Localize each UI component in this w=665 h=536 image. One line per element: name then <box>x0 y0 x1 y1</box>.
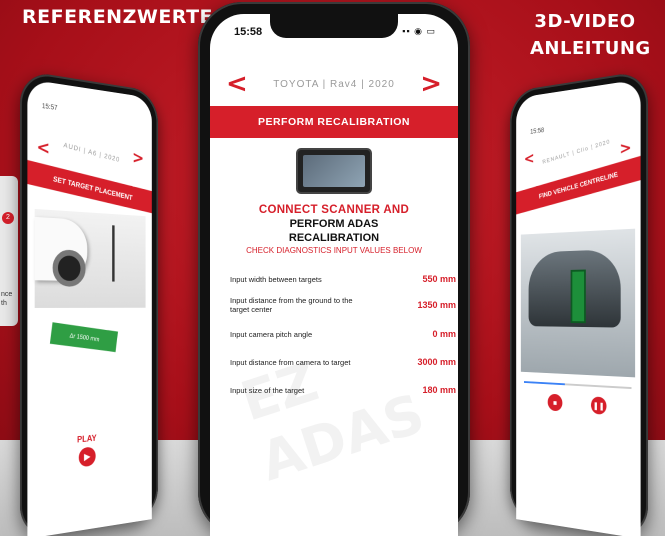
distance-label: Δr 1500 mm <box>49 322 118 353</box>
heading-recalibration: RECALIBRATION <box>288 232 380 244</box>
play-icon: ▶ <box>84 451 91 463</box>
value-label: Input width between targets <box>230 274 322 284</box>
value-number: 0 mm <box>432 329 456 339</box>
next-chevron-icon[interactable]: > <box>619 137 631 157</box>
value-row: Input distance from camera to target 300… <box>230 348 456 376</box>
phone-right: 15:58 < RENAULT | Clio | 2020 > FIND VEH… <box>510 70 648 536</box>
status-icons: ▪▪ ◉ ▭ <box>402 26 436 36</box>
play-button[interactable]: ▶ <box>78 446 96 468</box>
prev-chevron-icon[interactable]: < <box>524 148 535 167</box>
stop-icon: ■ <box>553 398 557 407</box>
phone-right-screen: 15:58 < RENAULT | Clio | 2020 > FIND VEH… <box>516 79 641 536</box>
prev-chevron-icon[interactable]: < <box>226 69 248 99</box>
next-chevron-icon[interactable]: > <box>420 69 442 99</box>
value-label: Input distance from the ground to the ta… <box>230 296 353 314</box>
stop-button[interactable]: ■ <box>547 393 563 412</box>
scanner-screen <box>303 155 365 187</box>
subheading-check-values: CHECK DIAGNOSTICS INPUT VALUES BELOW <box>246 246 422 255</box>
phone-left: 15:57 < AUDI | A6 | 2020 > SET TARGET PL… <box>20 70 158 536</box>
status-time: 15:58 <box>530 127 545 136</box>
vehicle-nav: < TOYOTA | Rav4 | 2020 > <box>210 66 458 102</box>
value-row: Input width between targets 550 mm <box>230 265 456 293</box>
value-row: Input size of the target 180 mm <box>230 376 456 404</box>
value-number: 1350 mm <box>417 300 456 310</box>
side-thumbnail: 2 nce th <box>0 176 18 326</box>
phone-notch <box>270 14 398 38</box>
scanner-tablet-image <box>296 148 372 194</box>
prev-chevron-icon[interactable]: < <box>37 136 51 158</box>
label-reference-values: REFERENZWERTE <box>22 6 214 28</box>
status-time: 15:58 <box>234 26 263 38</box>
target-rig-illustration <box>112 225 137 282</box>
label-3d-video-guide: 3D-VIDEO ANLEITUNG <box>530 11 651 59</box>
heading-connect-scanner: CONNECT SCANNER AND <box>258 204 410 216</box>
target-placement-illustration <box>34 208 146 308</box>
vehicle-front-video[interactable] <box>520 228 636 378</box>
value-label: Input size of the target <box>230 385 305 395</box>
phone-center-screen: 15:58 ▪▪ ◉ ▭ < TOYOTA | Rav4 | 2020 > PE… <box>210 14 458 536</box>
vehicle-title: TOYOTA | Rav4 | 2020 <box>273 78 395 90</box>
value-row: Input distance from the ground to the ta… <box>230 291 456 319</box>
heading-perform-adas: PERFORM ADAS <box>289 218 379 230</box>
side-thumbnail-text: nce th <box>1 291 13 307</box>
wheel-illustration <box>52 249 86 287</box>
value-number: 180 mm <box>422 385 456 395</box>
step-title-bar: PERFORM RECALIBRATION <box>210 106 458 138</box>
value-number: 3000 mm <box>417 357 456 367</box>
centreline-tool-illustration <box>570 269 586 324</box>
vehicle-title: RENAULT | Clio | 2020 <box>542 139 611 166</box>
value-label: Input distance from camera to target <box>230 357 351 367</box>
step-badge: 2 <box>2 212 14 224</box>
value-row: Input camera pitch angle 0 mm <box>230 320 456 348</box>
video-controls: ■ ❚❚ <box>547 393 607 417</box>
value-number: 550 mm <box>422 274 456 284</box>
next-chevron-icon[interactable]: > <box>132 147 144 168</box>
value-label: Input camera pitch angle <box>230 329 313 339</box>
pause-icon: ❚❚ <box>592 400 605 411</box>
phone-left-screen: 15:57 < AUDI | A6 | 2020 > SET TARGET PL… <box>27 79 152 536</box>
video-progress-fill <box>523 381 566 386</box>
phone-center: 15:58 ▪▪ ◉ ▭ < TOYOTA | Rav4 | 2020 > PE… <box>198 2 470 536</box>
vehicle-title: AUDI | A6 | 2020 <box>63 141 121 164</box>
status-time: 15:57 <box>41 103 58 113</box>
pause-button[interactable]: ❚❚ <box>590 396 607 415</box>
video-progress-bar[interactable] <box>523 381 632 390</box>
play-label: PLAY <box>77 433 97 445</box>
